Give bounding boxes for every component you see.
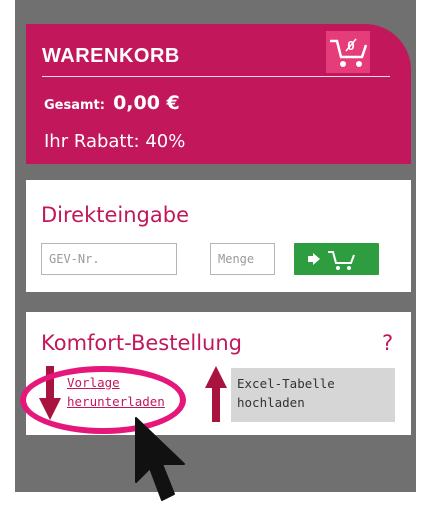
upload-excel-button[interactable]: Excel-Tabelle hochladen <box>231 368 395 422</box>
quantity-input[interactable]: Menge <box>210 243 275 275</box>
arrow-up-icon <box>205 366 227 422</box>
upload-line2: hochladen <box>237 395 305 410</box>
upload-line1: Excel-Tabelle <box>237 376 335 391</box>
discount-text: Ihr Rabatt: 40% <box>44 131 186 152</box>
mouse-cursor-icon <box>135 417 185 501</box>
add-to-cart-icon <box>308 251 355 270</box>
help-icon[interactable]: ? <box>382 331 393 355</box>
direct-entry-box: Direkteingabe GEV-Nr. Menge <box>26 180 411 292</box>
cart-total: Gesamt: 0,00 € <box>44 92 180 114</box>
divider <box>42 76 390 77</box>
comfort-order-title: Komfort-Bestellung <box>41 331 243 355</box>
direct-entry-title: Direkteingabe <box>41 203 190 227</box>
total-label: Gesamt: <box>44 98 105 113</box>
add-to-cart-button[interactable] <box>294 243 379 275</box>
cart-percent-icon[interactable]: 0 <box>326 31 370 73</box>
upload-label: Excel-Tabelle hochladen <box>237 374 335 412</box>
cart-summary[interactable]: WARENKORB 0 Gesamt: 0,00 € Ihr Rabatt: 4… <box>26 24 411 164</box>
cart-title: WARENKORB <box>42 45 180 67</box>
gev-number-input[interactable]: GEV-Nr. <box>41 243 177 275</box>
total-value: 0,00 € <box>113 92 180 114</box>
